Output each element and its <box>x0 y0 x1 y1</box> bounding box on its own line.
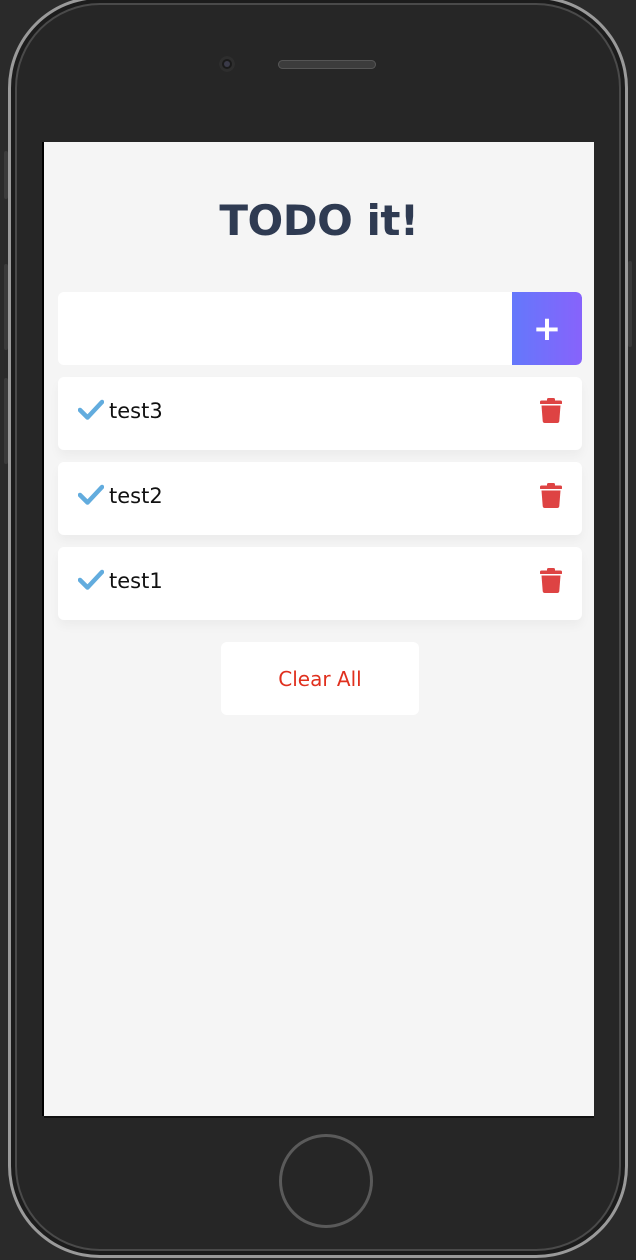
plus-icon: + <box>532 308 562 349</box>
power-button <box>628 261 632 347</box>
volume-down-button <box>4 378 8 464</box>
todo-item: test3 <box>58 377 582 450</box>
trash-icon[interactable] <box>540 482 562 508</box>
todo-text: test1 <box>109 569 163 593</box>
app-title: TODO it! <box>219 196 419 245</box>
volume-up-button <box>4 264 8 350</box>
todo-input-row: + <box>58 292 582 365</box>
home-button[interactable] <box>279 1134 373 1228</box>
clear-all-button[interactable]: Clear All <box>221 642 419 715</box>
check-icon[interactable] <box>78 399 104 421</box>
todo-list: test3 test2 test1 <box>58 377 582 632</box>
todo-item: test1 <box>58 547 582 620</box>
todo-text: test2 <box>109 484 163 508</box>
front-camera <box>219 56 235 72</box>
mute-switch <box>4 151 8 199</box>
check-icon[interactable] <box>78 569 104 591</box>
todo-text: test3 <box>109 399 163 423</box>
todo-item: test2 <box>58 462 582 535</box>
check-icon[interactable] <box>78 484 104 506</box>
trash-icon[interactable] <box>540 397 562 423</box>
earpiece-speaker <box>278 60 376 69</box>
todo-input[interactable] <box>58 292 498 365</box>
trash-icon[interactable] <box>540 567 562 593</box>
add-todo-button[interactable]: + <box>512 292 582 365</box>
app-screen: TODO it! + test3 test2 test1 Clear All <box>44 142 594 1116</box>
